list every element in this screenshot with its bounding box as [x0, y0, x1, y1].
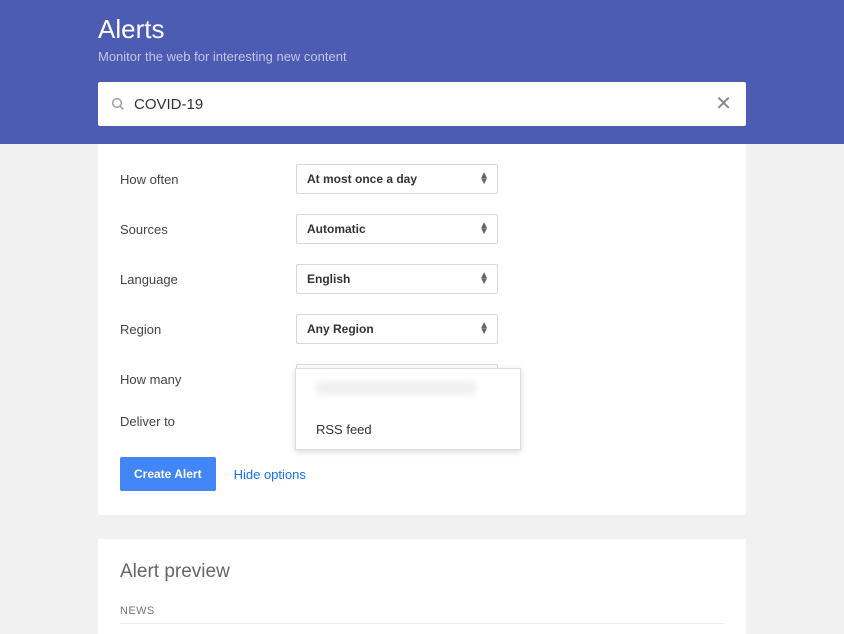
chevron-updown-icon: ▲▼: [479, 223, 489, 235]
select-sources[interactable]: Automatic ▲▼: [296, 214, 498, 244]
select-region[interactable]: Any Region ▲▼: [296, 314, 498, 344]
page-title: Alerts: [98, 14, 746, 45]
select-how-often[interactable]: At most once a day ▲▼: [296, 164, 498, 194]
row-sources: Sources Automatic ▲▼: [120, 214, 724, 244]
dropdown-item-rss[interactable]: RSS feed: [296, 410, 520, 449]
create-alert-button[interactable]: Create Alert: [120, 457, 216, 491]
label-region: Region: [120, 322, 296, 337]
deliver-to-dropdown: RSS feed: [295, 368, 521, 450]
chevron-updown-icon: ▲▼: [479, 273, 489, 285]
select-value: English: [307, 272, 350, 286]
preview-section-news: NEWS: [120, 605, 724, 624]
row-how-often: How often At most once a day ▲▼: [120, 164, 724, 194]
row-region: Region Any Region ▲▼: [120, 314, 724, 344]
select-value: Any Region: [307, 322, 374, 336]
search-icon: [110, 96, 126, 112]
clear-icon[interactable]: ✕: [713, 94, 734, 114]
search-container: ✕: [98, 82, 746, 126]
select-language[interactable]: English ▲▼: [296, 264, 498, 294]
label-language: Language: [120, 272, 296, 287]
chevron-updown-icon: ▲▼: [479, 173, 489, 185]
content: How often At most once a day ▲▼ Sources …: [98, 144, 746, 634]
redacted-email: [316, 381, 476, 395]
select-value: At most once a day: [307, 172, 417, 186]
chevron-updown-icon: ▲▼: [479, 323, 489, 335]
label-how-often: How often: [120, 172, 296, 187]
header: Alerts Monitor the web for interesting n…: [0, 0, 844, 144]
search-input[interactable]: [134, 96, 713, 113]
dropdown-item-email[interactable]: [296, 369, 520, 410]
preview-card: Alert preview NEWS: [98, 539, 746, 634]
actions-row: Create Alert Hide options: [120, 457, 724, 491]
options-card: How often At most once a day ▲▼ Sources …: [98, 144, 746, 515]
page-subtitle: Monitor the web for interesting new cont…: [98, 49, 746, 64]
label-deliver-to: Deliver to: [120, 414, 296, 429]
label-sources: Sources: [120, 222, 296, 237]
hide-options-link[interactable]: Hide options: [234, 467, 306, 482]
select-value: Automatic: [307, 222, 366, 236]
row-language: Language English ▲▼: [120, 264, 724, 294]
label-how-many: How many: [120, 372, 296, 387]
